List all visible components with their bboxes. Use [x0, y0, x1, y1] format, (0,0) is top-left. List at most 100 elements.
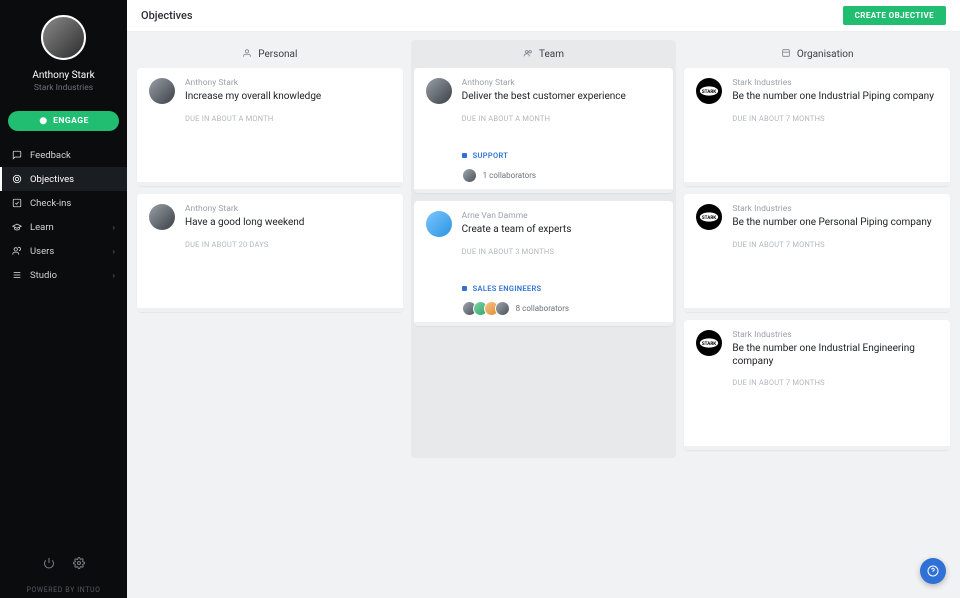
org-logo: STARK: [696, 204, 722, 230]
nav-label: Learn: [30, 222, 54, 233]
column-header-organisation[interactable]: Organisation: [684, 40, 950, 68]
grad-cap-icon: [12, 222, 22, 232]
nav-objectives[interactable]: Objectives: [0, 167, 127, 191]
user-org: Stark Industries: [34, 83, 93, 93]
objective-card[interactable]: STARK Stark Industries Be the number one…: [684, 320, 950, 450]
nav-label: Check-ins: [30, 198, 71, 209]
due-text: DUE IN ABOUT 7 MONTHS: [732, 240, 938, 249]
collaborators: 1 collaborators: [462, 168, 662, 183]
collab-avatar: [462, 168, 477, 183]
objective-title: Be the number one Industrial Piping comp…: [732, 90, 938, 103]
sidebar: Anthony Stark Stark Industries ENGAGE Fe…: [0, 0, 127, 598]
objective-card[interactable]: Anthony Stark Increase my overall knowle…: [137, 68, 403, 186]
svg-text:STARK: STARK: [702, 89, 716, 95]
create-objective-button[interactable]: CREATE OBJECTIVE: [843, 6, 946, 25]
collab-avatar: [495, 301, 510, 316]
collab-text: 1 collaborators: [483, 171, 536, 180]
topbar: Objectives CREATE OBJECTIVE: [127, 0, 960, 32]
page-title: Objectives: [141, 9, 193, 22]
progress-bar: [414, 322, 674, 326]
column-header-team[interactable]: Team: [411, 40, 677, 68]
powered-by: POWERED BY INTUO: [26, 586, 100, 594]
progress-bar: [137, 182, 403, 186]
svg-text:STARK: STARK: [702, 215, 716, 221]
nav-label: Studio: [30, 270, 57, 281]
objective-card[interactable]: Anthony Stark Deliver the best customer …: [414, 68, 674, 193]
objective-card[interactable]: Arne Van Damme Create a team of experts …: [414, 201, 674, 326]
progress-bar: [414, 189, 674, 193]
collab-text: 8 collaborators: [516, 304, 569, 313]
column-label: Team: [539, 49, 564, 60]
objective-title: Increase my overall knowledge: [185, 90, 391, 103]
owner-name: Stark Industries: [732, 78, 938, 88]
nav-label: Users: [30, 246, 54, 257]
speech-icon: [12, 150, 22, 160]
objective-card[interactable]: STARK Stark Industries Be the number one…: [684, 68, 950, 186]
objective-title: Create a team of experts: [462, 223, 662, 236]
objective-title: Be the number one Personal Piping compan…: [732, 216, 938, 229]
column-personal: Personal Anthony Stark Increase my overa…: [137, 40, 403, 458]
question-icon: [927, 565, 939, 577]
org-icon: [781, 48, 791, 61]
due-text: DUE IN ABOUT A MONTH: [185, 114, 391, 123]
collaborators: 8 collaborators: [462, 301, 662, 316]
owner-name: Stark Industries: [732, 330, 938, 340]
chevron-right-icon: ›: [113, 271, 115, 280]
column-label: Organisation: [797, 49, 854, 60]
progress-bar: [684, 446, 950, 450]
person-icon: [242, 48, 252, 61]
due-text: DUE IN ABOUT 20 DAYS: [185, 240, 391, 249]
owner-name: Stark Industries: [732, 204, 938, 214]
profile-block: Anthony Stark Stark Industries: [0, 0, 127, 101]
owner-avatar: [149, 78, 175, 104]
target-icon: [12, 174, 22, 184]
help-button[interactable]: [920, 558, 946, 584]
column-label: Personal: [258, 49, 297, 60]
user-name: Anthony Stark: [32, 70, 94, 81]
create-objective-label: CREATE OBJECTIVE: [855, 11, 934, 20]
column-team: Team Anthony Stark Deliver the best cust…: [411, 40, 677, 458]
column-organisation: Organisation STARK Stark Industries Be t…: [684, 40, 950, 458]
sidebar-nav: Feedback Objectives Check-ins Learn › Us…: [0, 143, 127, 287]
nav-feedback[interactable]: Feedback: [0, 143, 127, 167]
objective-title: Be the number one Industrial Engineering…: [732, 342, 938, 368]
objective-card[interactable]: Anthony Stark Have a good long weekend D…: [137, 194, 403, 312]
owner-avatar: [426, 211, 452, 237]
org-logo: STARK: [696, 78, 722, 104]
nav-checkins[interactable]: Check-ins: [0, 191, 127, 215]
column-header-personal[interactable]: Personal: [137, 40, 403, 68]
users-icon: [12, 246, 22, 256]
progress-bar: [684, 308, 950, 312]
nav-studio[interactable]: Studio ›: [0, 263, 127, 287]
team-icon: [523, 48, 533, 61]
due-text: DUE IN ABOUT 7 MONTHS: [732, 114, 938, 123]
tag-dot: [462, 153, 467, 158]
owner-name: Anthony Stark: [185, 78, 391, 88]
progress-bar: [137, 308, 403, 312]
power-icon[interactable]: [43, 557, 55, 572]
tag-dot: [462, 286, 467, 291]
tag-label: SALES ENGINEERS: [473, 284, 542, 293]
engage-button[interactable]: ENGAGE: [8, 111, 119, 131]
nav-label: Objectives: [30, 174, 74, 185]
due-text: DUE IN ABOUT A MONTH: [462, 114, 662, 123]
objective-card[interactable]: STARK Stark Industries Be the number one…: [684, 194, 950, 312]
org-logo: STARK: [696, 330, 722, 356]
objective-tag: SUPPORT: [462, 151, 662, 160]
nav-label: Feedback: [30, 150, 71, 161]
sidebar-footer: POWERED BY INTUO: [0, 557, 127, 598]
chat-icon: [38, 116, 48, 126]
owner-name: Arne Van Damme: [462, 211, 662, 221]
gear-icon[interactable]: [73, 557, 85, 572]
engage-label: ENGAGE: [53, 116, 89, 126]
nav-users[interactable]: Users ›: [0, 239, 127, 263]
main-area: Objectives CREATE OBJECTIVE Personal Ant…: [127, 0, 960, 598]
svg-text:STARK: STARK: [702, 341, 716, 347]
nav-learn[interactable]: Learn ›: [0, 215, 127, 239]
user-avatar[interactable]: [41, 15, 86, 60]
board: Personal Anthony Stark Increase my overa…: [127, 32, 960, 598]
checkbox-icon: [12, 198, 22, 208]
owner-avatar: [426, 78, 452, 104]
owner-name: Anthony Stark: [185, 204, 391, 214]
due-text: DUE IN ABOUT 3 MONTHS: [462, 247, 662, 256]
